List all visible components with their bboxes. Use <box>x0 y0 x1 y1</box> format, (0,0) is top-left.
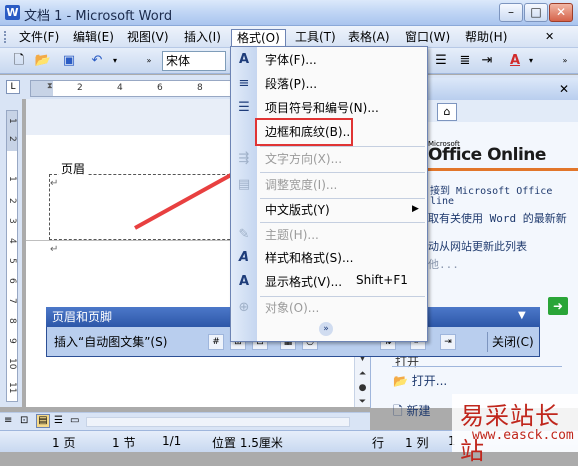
menu-item-reveal-formatting[interactable]: 显示格式(V)... <box>265 272 342 292</box>
reveal-formatting-icon: A <box>238 274 250 289</box>
adjust-width-icon: ▤ <box>237 177 251 192</box>
menu-item-theme[interactable]: 主题(H)... <box>265 225 319 245</box>
menu-item-text-direction[interactable]: 文字方向(X)... <box>265 149 342 169</box>
menu-item-object[interactable]: 对象(O)... <box>265 298 319 318</box>
bullets-numbering-icon: ☰ <box>238 100 250 115</box>
menu-separator <box>260 296 425 297</box>
text-direction-icon: ⇶ <box>238 151 250 166</box>
menu-item-bullets-numbering[interactable]: 项目符号和编号(N)... <box>265 98 379 118</box>
menu-separator <box>260 172 425 173</box>
menu-separator <box>260 222 425 223</box>
font-icon: A <box>238 52 250 67</box>
expand-menu-icon[interactable]: » <box>319 322 333 336</box>
styles-formatting-icon: A <box>238 250 250 265</box>
menu-separator <box>260 146 425 147</box>
menu-separator <box>260 198 425 199</box>
menu-item-chinese-layout[interactable]: 中文版式(Y) <box>265 200 330 220</box>
submenu-arrow-icon: ▶ <box>412 204 419 214</box>
reveal-formatting-shortcut: Shift+F1 <box>356 273 408 287</box>
menu-item-font[interactable]: 字体(F)... <box>265 50 317 70</box>
paragraph-icon: ≡ <box>238 76 250 91</box>
object-icon: ⊕ <box>238 300 250 315</box>
menu-item-adjust-width[interactable]: 调整宽度(I)... <box>265 175 337 195</box>
menu-item-styles-formatting[interactable]: 样式和格式(S)... <box>265 248 353 268</box>
highlight-box <box>255 118 353 146</box>
theme-icon: ✎ <box>238 227 250 242</box>
watermark-url: www.easck.com <box>472 428 574 443</box>
menu-item-paragraph[interactable]: 段落(P)... <box>265 74 317 94</box>
